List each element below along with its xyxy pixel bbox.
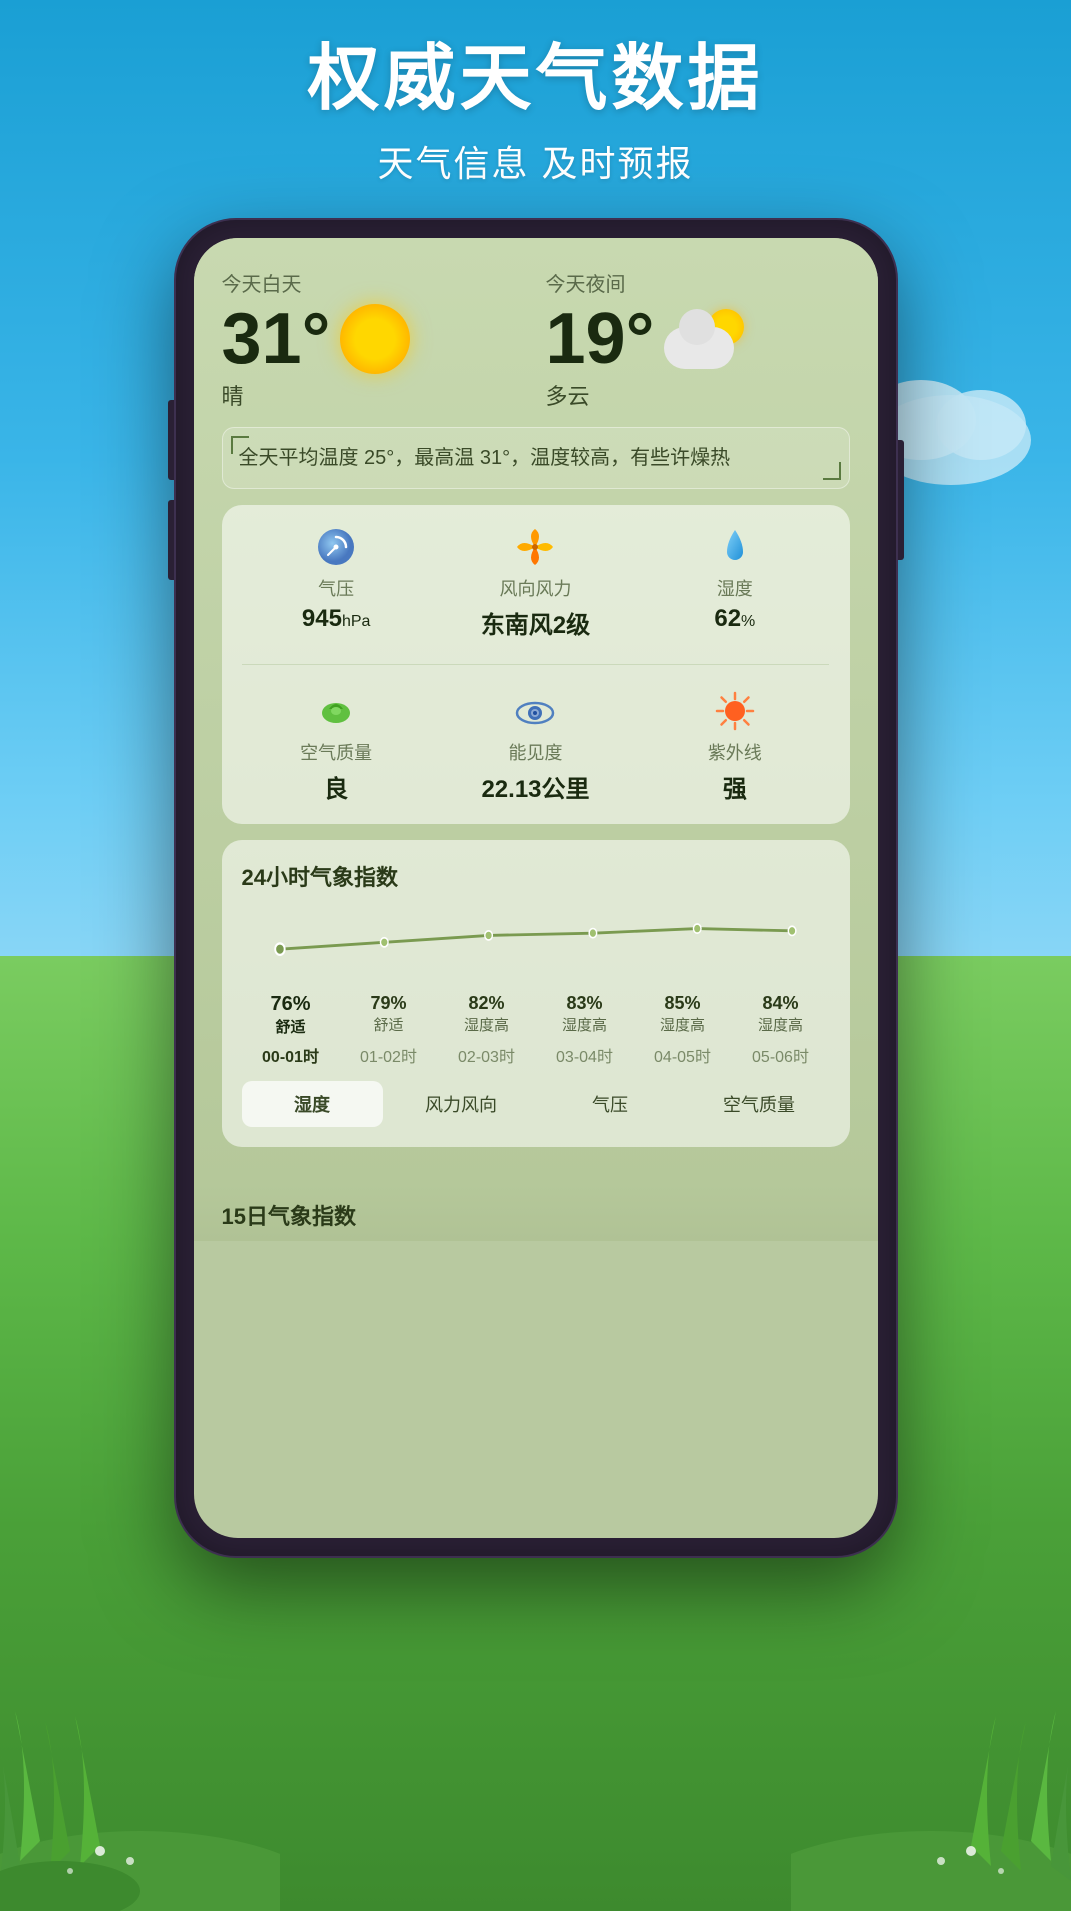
description-text: 全天平均温度 25°，最高温 31°，温度较高，有些许燥热 — [239, 442, 833, 474]
visibility-label: 能见度 — [441, 739, 630, 765]
uv-label: 紫外线 — [640, 739, 829, 765]
header-section: 权威天气数据 天气信息 及时预报 — [0, 40, 1071, 187]
chart-col-2: 82%湿度高 — [438, 993, 536, 1037]
air-value: 良 — [242, 769, 431, 804]
day-desc: 晴 — [222, 379, 526, 411]
stats-divider — [242, 664, 830, 665]
chart-col-4: 85%湿度高 — [634, 993, 732, 1037]
chart-col-1: 79%舒适 — [340, 993, 438, 1037]
chart-time-5: 05-06时 — [732, 1043, 830, 1067]
tab-湿度[interactable]: 湿度 — [242, 1081, 383, 1127]
humidity-value: 62% — [640, 605, 829, 633]
wind-icon — [513, 525, 557, 569]
chart-time-2: 02-03时 — [438, 1043, 536, 1067]
phone-frame: 今天白天 31° 晴 今天夜间 19° — [176, 220, 896, 1556]
chart-col-3: 83%湿度高 — [536, 993, 634, 1037]
uv-value: 强 — [640, 769, 829, 804]
chart-title: 24小时气象指数 — [242, 860, 830, 892]
visibility-value: 22.13公里 — [441, 769, 630, 804]
pressure-icon — [314, 525, 358, 569]
chart-svg — [242, 908, 830, 988]
stats-grid: 气压 945hPa — [242, 525, 830, 804]
main-title: 权威天气数据 — [0, 40, 1071, 119]
chart-time-row: 00-01时01-02时02-03时03-04时04-05时05-06时 — [242, 1043, 830, 1067]
stat-wind: 风向风力 东南风2级 — [441, 525, 630, 640]
bottom-label: 15日气象指数 — [194, 1183, 878, 1241]
grass-right-decoration — [791, 1561, 1071, 1911]
night-temperature: 19° — [546, 303, 655, 375]
stat-pressure: 气压 945hPa — [242, 525, 431, 640]
sub-title: 天气信息 及时预报 — [0, 135, 1071, 187]
description-box: 全天平均温度 25°，最高温 31°，温度较高，有些许燥热 — [222, 427, 850, 489]
chart-col-0: 76%舒适 — [242, 993, 340, 1037]
phone-screen: 今天白天 31° 晴 今天夜间 19° — [194, 238, 878, 1538]
stat-humidity: 湿度 62% — [640, 525, 829, 640]
grass-left-decoration — [0, 1561, 280, 1911]
day-temperature: 31° — [222, 303, 331, 375]
pressure-label: 气压 — [242, 575, 431, 601]
humidity-icon — [713, 525, 757, 569]
stat-uv: 紫外线 强 — [640, 689, 829, 804]
wind-value: 东南风2级 — [441, 605, 630, 640]
cloudy-icon — [664, 309, 744, 369]
day-label: 今天白天 — [222, 268, 526, 297]
tab-气压[interactable]: 气压 — [540, 1081, 681, 1127]
night-temp-row: 19° — [546, 303, 850, 375]
cloud-main-shape — [664, 327, 734, 369]
night-label: 今天夜间 — [546, 268, 850, 297]
chart-time-1: 01-02时 — [340, 1043, 438, 1067]
stats-card: 气压 945hPa — [222, 505, 850, 824]
stat-visibility: 能见度 22.13公里 — [441, 689, 630, 804]
night-desc: 多云 — [546, 379, 850, 411]
wind-label: 风向风力 — [441, 575, 630, 601]
chart-time-0: 00-01时 — [242, 1043, 340, 1067]
weather-app: 今天白天 31° 晴 今天夜间 19° — [194, 238, 878, 1183]
tab-空气质量[interactable]: 空气质量 — [689, 1081, 830, 1127]
air-label: 空气质量 — [242, 739, 431, 765]
today-day: 今天白天 31° 晴 — [222, 268, 526, 411]
phone-container: 今天白天 31° 晴 今天夜间 19° — [176, 220, 896, 1556]
chart-time-3: 03-04时 — [536, 1043, 634, 1067]
chart-time-4: 04-05时 — [634, 1043, 732, 1067]
stat-air: 空气质量 良 — [242, 689, 431, 804]
visibility-icon — [513, 689, 557, 733]
today-section: 今天白天 31° 晴 今天夜间 19° — [222, 268, 850, 411]
sun-icon — [340, 304, 410, 374]
chart-col-5: 84%湿度高 — [732, 993, 830, 1037]
chart-card: 24小时气象指数 — [222, 840, 850, 1147]
humidity-label: 湿度 — [640, 575, 829, 601]
tab-风力风向[interactable]: 风力风向 — [391, 1081, 532, 1127]
chart-percent-row: 76%舒适79%舒适82%湿度高83%湿度高85%湿度高84%湿度高 — [242, 993, 830, 1037]
uv-icon — [713, 689, 757, 733]
air-quality-icon — [314, 689, 358, 733]
pressure-value: 945hPa — [242, 605, 431, 633]
today-night: 今天夜间 19° 多云 — [546, 268, 850, 411]
day-temp-row: 31° — [222, 303, 526, 375]
tab-row[interactable]: 湿度风力风向气压空气质量 — [242, 1081, 830, 1127]
